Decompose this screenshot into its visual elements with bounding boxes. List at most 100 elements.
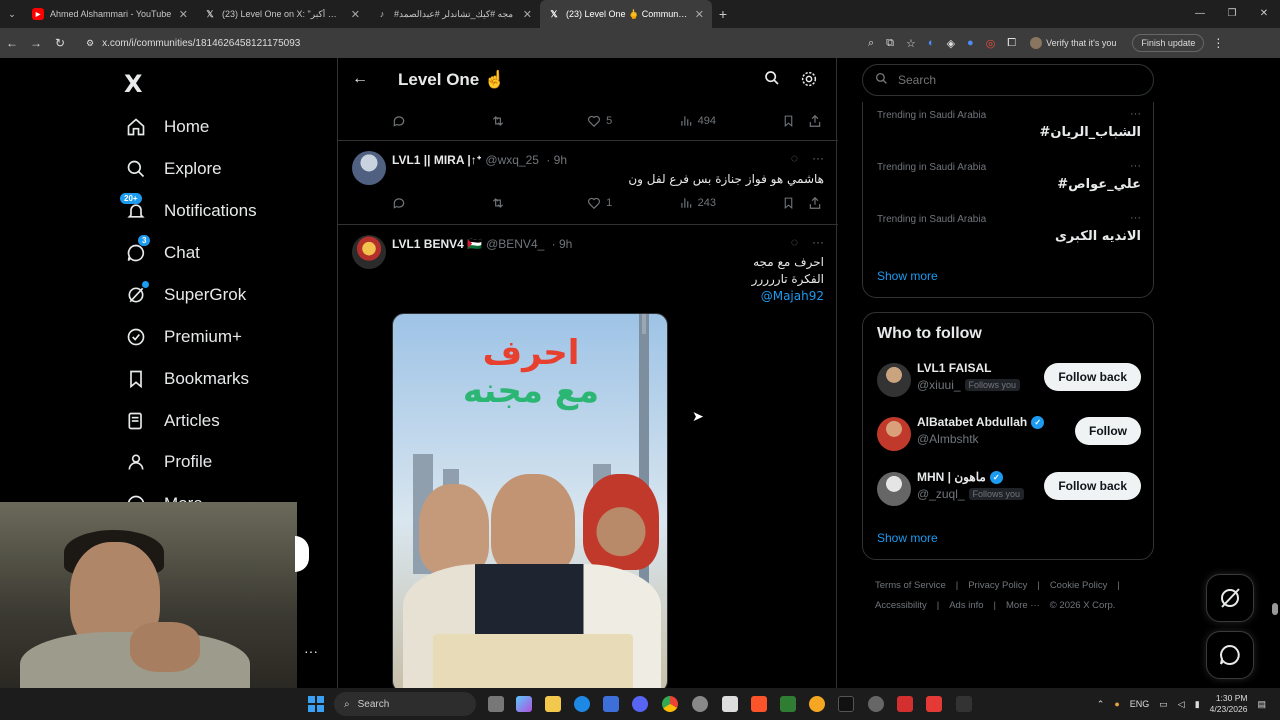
browser-tab-x-post[interactable]: 𝕏 (23) Level One on X: "الهدف أكبر ✕ bbox=[196, 0, 368, 28]
file-explorer-icon[interactable] bbox=[545, 696, 561, 712]
store-icon[interactable] bbox=[603, 696, 619, 712]
volume-icon[interactable]: ◁ bbox=[1178, 699, 1185, 710]
trend-item[interactable]: Trending in Saudi Arabia #الشباب_الريان … bbox=[877, 108, 1141, 140]
footer-link[interactable]: Ads info bbox=[949, 600, 983, 611]
like-button[interactable]: 5 bbox=[587, 114, 679, 128]
task-view-icon[interactable] bbox=[488, 696, 504, 712]
restore-button[interactable]: ❐ bbox=[1216, 0, 1248, 28]
chrome-icon[interactable] bbox=[662, 696, 678, 712]
post-item[interactable]: LVL1 || MIRA |↑ᐩ @wxq_25 · 9h ◌ ··· هاشمي… bbox=[338, 140, 838, 224]
new-tab-button[interactable]: + bbox=[712, 6, 734, 22]
app-icon[interactable] bbox=[897, 696, 913, 712]
network-icon[interactable]: ▭ bbox=[1159, 699, 1168, 710]
who-to-follow-show-more-link[interactable]: Show more bbox=[877, 531, 938, 545]
avatar[interactable] bbox=[352, 235, 386, 269]
footer-link[interactable]: Privacy Policy bbox=[968, 580, 1027, 591]
search-icon[interactable] bbox=[764, 70, 780, 91]
more-options-icon[interactable]: ··· bbox=[1130, 160, 1141, 172]
puzzle-icon[interactable]: ⧠ bbox=[1007, 37, 1016, 50]
app-icon[interactable] bbox=[868, 696, 884, 712]
mention-link[interactable]: @Majah92 bbox=[404, 288, 824, 305]
post-author[interactable]: LVL1 || MIRA |↑ᐩ @wxq_25 · 9h bbox=[392, 153, 567, 167]
clock[interactable]: 1:30 PM 4/23/2026 bbox=[1210, 693, 1248, 715]
more-options-icon[interactable]: ··· bbox=[812, 235, 824, 249]
avatar[interactable] bbox=[877, 363, 911, 397]
footer-link[interactable]: Accessibility bbox=[875, 600, 927, 611]
grok-icon[interactable]: ◌ bbox=[791, 235, 798, 249]
microphone-icon[interactable]: ● bbox=[1114, 699, 1119, 709]
follow-back-button[interactable]: Follow back bbox=[1044, 472, 1141, 500]
trend-item[interactable]: Trending in Saudi Arabia #علي_عواص ··· bbox=[877, 160, 1141, 192]
edge-icon[interactable] bbox=[574, 696, 590, 712]
install-icon[interactable]: ⧉ bbox=[886, 37, 894, 50]
browser-tab-youtube[interactable]: ▶ Ahmed Alshammari - YouTube ✕ bbox=[24, 0, 196, 28]
share-icon[interactable] bbox=[808, 114, 822, 128]
nav-item-profile[interactable]: Profile bbox=[124, 447, 212, 477]
browser-menu-icon[interactable]: ⋮ bbox=[1212, 36, 1224, 50]
messages-button[interactable] bbox=[1206, 631, 1254, 679]
trends-show-more-link[interactable]: Show more bbox=[877, 269, 938, 283]
language-indicator[interactable]: ENG bbox=[1130, 699, 1150, 709]
gear-icon[interactable] bbox=[800, 70, 818, 93]
search-input[interactable] bbox=[898, 73, 1138, 87]
footer-link[interactable]: Terms of Service bbox=[875, 580, 946, 591]
star-icon[interactable]: ☆ bbox=[906, 37, 916, 50]
taskbar-search[interactable]: ⌕ Search bbox=[334, 692, 476, 716]
avatar[interactable] bbox=[877, 472, 911, 506]
post-author[interactable]: LVL1 BENV4 🇵🇸 @BENV4_ · 9h bbox=[392, 237, 572, 251]
follow-button[interactable]: Follow bbox=[1075, 417, 1141, 445]
follow-suggestion[interactable]: LVL1 FAISAL @xiuui_ Follows you Follow ba… bbox=[877, 359, 1141, 399]
footer-link[interactable]: More ··· bbox=[1006, 600, 1040, 611]
avatar[interactable] bbox=[877, 417, 911, 451]
repost-icon[interactable] bbox=[490, 196, 588, 210]
nav-item-chat[interactable]: 3 Chat bbox=[124, 235, 200, 268]
nav-item-supergrok[interactable]: SuperGrok bbox=[124, 280, 246, 310]
browser-tab-tiktok[interactable]: ♪ #مجه #كيك_تشاندلر #عبدالصمد ✕ bbox=[368, 0, 540, 28]
extension-icon[interactable]: ● bbox=[967, 37, 974, 49]
discord-icon[interactable] bbox=[632, 696, 648, 712]
views-button[interactable]: 494 bbox=[679, 114, 783, 128]
follow-suggestion[interactable]: MHN | ماهون ✓ @_zuql_ Follows you Follow b… bbox=[877, 468, 1141, 508]
follow-back-button[interactable]: Follow back bbox=[1044, 363, 1141, 391]
bookmark-icon[interactable] bbox=[782, 196, 808, 210]
x-logo[interactable]: X bbox=[124, 70, 143, 98]
grok-button[interactable] bbox=[1206, 574, 1254, 622]
forward-icon[interactable]: → bbox=[24, 36, 48, 50]
battery-icon[interactable]: ▮ bbox=[1195, 699, 1200, 710]
post-image[interactable]: احرف مع مجنه bbox=[392, 313, 668, 693]
tab-search-button[interactable]: ⌄ bbox=[0, 9, 24, 20]
nav-item-explore[interactable]: Explore bbox=[124, 154, 222, 184]
account-more-icon[interactable]: ··· bbox=[304, 643, 318, 659]
app-icon[interactable] bbox=[722, 696, 738, 712]
app-icon[interactable] bbox=[809, 696, 825, 712]
app-icon[interactable] bbox=[926, 696, 942, 712]
app-icon[interactable] bbox=[692, 696, 708, 712]
x-icon[interactable] bbox=[956, 696, 972, 712]
bookmark-icon[interactable] bbox=[782, 114, 808, 128]
windows-start-icon[interactable] bbox=[308, 696, 324, 712]
minimize-button[interactable]: — bbox=[1184, 0, 1216, 28]
extension-icon[interactable]: ◎ bbox=[986, 37, 996, 50]
reload-icon[interactable]: ↻ bbox=[48, 36, 72, 50]
chevron-up-icon[interactable]: ⌃ bbox=[1097, 699, 1105, 710]
more-options-icon[interactable]: ··· bbox=[1130, 212, 1141, 224]
footer-link[interactable]: Cookie Policy bbox=[1050, 580, 1108, 591]
like-button[interactable]: 1 bbox=[587, 196, 679, 210]
close-icon[interactable]: ✕ bbox=[179, 8, 188, 21]
zoom-icon[interactable]: ⌕ bbox=[868, 37, 874, 50]
more-options-icon[interactable]: ··· bbox=[1130, 108, 1141, 120]
copilot-icon[interactable] bbox=[516, 696, 532, 712]
more-options-icon[interactable]: ··· bbox=[812, 151, 824, 165]
back-icon[interactable]: ← bbox=[0, 36, 24, 50]
nav-item-bookmarks[interactable]: Bookmarks bbox=[124, 364, 249, 394]
reply-icon[interactable] bbox=[392, 114, 490, 128]
close-icon[interactable]: ✕ bbox=[523, 8, 532, 21]
nav-item-home[interactable]: Home bbox=[124, 112, 209, 142]
trend-item[interactable]: Trending in Saudi Arabia الانديه الكبرى … bbox=[877, 212, 1141, 244]
verify-profile-button[interactable]: Verify that it's you bbox=[1030, 37, 1116, 49]
url-field[interactable]: ⚙ x.com/i/communities/181462645812117509… bbox=[78, 32, 848, 54]
extension-icon[interactable]: ◈ bbox=[947, 37, 955, 50]
nav-item-premium[interactable]: Premium+ bbox=[124, 322, 242, 352]
scrollbar-thumb[interactable] bbox=[1272, 603, 1278, 615]
grok-icon[interactable]: ◌ bbox=[791, 151, 798, 165]
